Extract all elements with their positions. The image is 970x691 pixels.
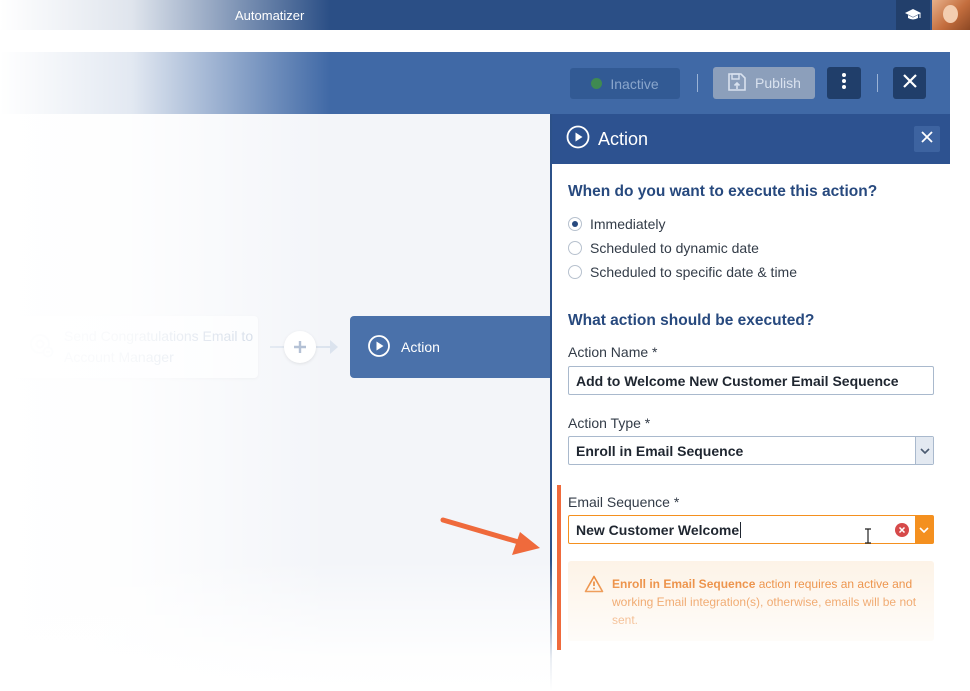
when-section-title: When do you want to execute this action? [568, 183, 878, 200]
panel-title: Action [598, 128, 649, 149]
radio-button[interactable] [568, 217, 582, 231]
warning-text: Enroll in Email Sequence action requires… [612, 575, 924, 629]
save-publish-icon [727, 72, 747, 95]
node-label: Action [401, 339, 440, 355]
workflow-node-send-email[interactable]: Send Congratulations Email to Account Ma… [14, 316, 258, 378]
radio-scheduled-dynamic[interactable]: Scheduled to dynamic date [568, 240, 759, 256]
what-section-title: What action should be executed? [568, 312, 815, 329]
warning-highlight: Enroll in Email Sequence [612, 577, 756, 591]
select-value: New Customer Welcome [576, 521, 740, 538]
play-circle-icon [367, 334, 391, 361]
input-value: Add to Welcome New Customer Email Sequen… [576, 372, 899, 389]
action-name-label: Action Name * [568, 344, 658, 360]
app-title: Automatizer [235, 8, 305, 23]
avatar[interactable] [932, 0, 970, 30]
highlight-bar [557, 485, 561, 650]
email-sequence-select[interactable]: New Customer Welcome [568, 515, 934, 544]
email-sequence-label: Email Sequence * [568, 494, 680, 510]
toolbar-divider [697, 74, 698, 92]
kebab-menu-icon [842, 72, 846, 94]
action-type-select[interactable]: Enroll in Email Sequence [568, 436, 934, 465]
radio-button[interactable] [568, 241, 582, 255]
radio-label: Immediately [590, 216, 666, 232]
status-label: Inactive [610, 75, 659, 92]
warning-icon [584, 575, 604, 598]
connector-arrow [330, 340, 338, 354]
more-options-button[interactable] [827, 67, 861, 99]
pointer-arrow [440, 510, 550, 565]
action-name-input[interactable]: Add to Welcome New Customer Email Sequen… [568, 366, 934, 395]
toolbar-divider [877, 74, 878, 92]
plus-icon [293, 334, 307, 360]
close-editor-button[interactable] [893, 67, 926, 99]
chevron-down-icon[interactable] [915, 437, 933, 464]
connector-line [270, 346, 284, 348]
publish-button[interactable]: Publish [713, 67, 815, 99]
close-panel-button[interactable] [914, 126, 940, 152]
select-value: Enroll in Email Sequence [576, 442, 744, 459]
radio-immediately[interactable]: Immediately [568, 216, 665, 232]
node-label: Send Congratulations Email to Account Ma… [64, 328, 254, 365]
text-cursor-icon [864, 528, 872, 549]
add-step-button[interactable] [284, 331, 316, 363]
workflow-node-action[interactable]: Action [350, 316, 550, 378]
status-toggle-button[interactable]: Inactive [570, 68, 680, 99]
status-dot-icon [591, 78, 603, 89]
publish-label: Publish [755, 75, 801, 91]
clear-icon[interactable] [895, 523, 909, 537]
action-settings-panel: Action When do you want to execute this … [550, 114, 950, 691]
radio-scheduled-specific[interactable]: Scheduled to specific date & time [568, 264, 797, 280]
workflow-canvas[interactable] [0, 114, 550, 691]
graduation-cap-icon[interactable] [896, 0, 930, 30]
radio-button[interactable] [568, 265, 582, 279]
panel-header: Action [552, 114, 950, 164]
text-caret [740, 521, 742, 538]
email-at-icon [28, 332, 54, 363]
integration-warning: Enroll in Email Sequence action requires… [568, 561, 934, 641]
radio-label: Scheduled to specific date & time [590, 264, 798, 280]
close-icon [902, 73, 917, 93]
close-icon [921, 130, 933, 148]
top-app-bar: Automatizer [0, 0, 970, 30]
play-circle-icon [566, 125, 590, 154]
radio-label: Scheduled to dynamic date [590, 240, 759, 256]
chevron-down-icon[interactable] [915, 516, 933, 543]
action-type-label: Action Type * [568, 415, 651, 431]
